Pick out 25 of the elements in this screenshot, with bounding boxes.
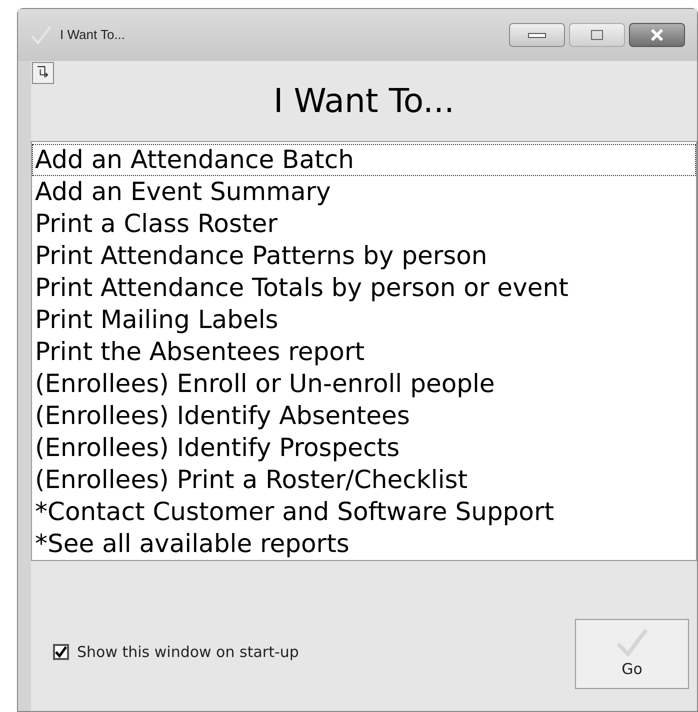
- list-item[interactable]: Add an Attendance Batch: [32, 144, 696, 176]
- list-item[interactable]: (Enrollees) Identify Prospects: [32, 432, 696, 464]
- checkbox-label: Show this window on start-up: [77, 642, 299, 662]
- list-item[interactable]: Print Attendance Patterns by person: [32, 240, 696, 272]
- list-item[interactable]: Print a Class Roster: [32, 208, 696, 240]
- checkmark-icon: [614, 628, 650, 658]
- list-item[interactable]: Add an Event Summary: [32, 176, 696, 208]
- close-icon: [649, 29, 665, 41]
- list-item[interactable]: Print the Absentees report: [32, 336, 696, 368]
- maximize-button[interactable]: [569, 23, 625, 47]
- list-item[interactable]: Print Attendance Totals by person or event: [32, 272, 696, 304]
- checkmark-icon: [30, 24, 52, 46]
- list-item[interactable]: Print Mailing Labels: [32, 304, 696, 336]
- list-item[interactable]: (Enrollees) Print a Roster/Checklist: [32, 464, 696, 496]
- list-item[interactable]: *See all available reports: [32, 528, 696, 560]
- heading: I Want To...: [274, 84, 454, 117]
- list-item[interactable]: (Enrollees) Identify Absentees: [32, 400, 696, 432]
- minimize-button[interactable]: [509, 23, 565, 47]
- close-button[interactable]: [629, 23, 685, 47]
- resize-icon[interactable]: [32, 62, 54, 84]
- list-item[interactable]: *Contact Customer and Software Support: [32, 496, 696, 528]
- startup-checkbox[interactable]: [53, 644, 69, 660]
- list-item[interactable]: (Enrollees) Enroll or Un-enroll people: [32, 368, 696, 400]
- window-title: I Want To...: [60, 26, 126, 44]
- go-button[interactable]: Go: [575, 619, 689, 689]
